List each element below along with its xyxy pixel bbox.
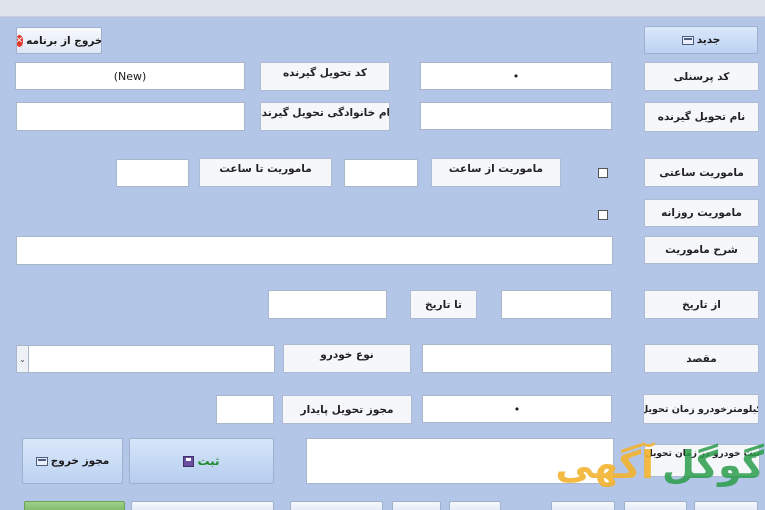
new-button-label: جدید [696, 34, 721, 46]
receiver-code-field[interactable]: (New) [15, 62, 245, 90]
hourly-mission-checkbox[interactable] [598, 168, 608, 178]
chevron-down-icon[interactable]: ⌄ [17, 346, 29, 372]
destination-label: مقصد [644, 344, 759, 373]
km-at-delivery-field[interactable]: • [422, 395, 612, 423]
vehicle-type-select[interactable]: ⌄ [16, 345, 275, 373]
bottom-button-6[interactable] [551, 501, 615, 510]
daily-mission-checkbox[interactable] [598, 210, 608, 220]
receiver-name-field[interactable] [420, 102, 612, 130]
delivery-permit-base-field[interactable] [216, 395, 274, 424]
watermark-logo: گوگل آگهی [486, 442, 764, 488]
exit-permit-label: مجوز خروج [50, 455, 110, 467]
mission-to-hour-field[interactable] [116, 159, 189, 187]
receiver-code-label: کد تحویل گیرنده [260, 62, 390, 91]
mission-to-hour-label: ماموریت تا ساعت [199, 158, 332, 187]
vehicle-type-label: نوع خودرو [283, 344, 411, 373]
permit-icon [35, 456, 48, 466]
new-button[interactable]: جدید [644, 26, 758, 54]
exit-program-button[interactable]: خروج از برنامه ✕ [16, 27, 102, 54]
mission-from-hour-field[interactable] [344, 159, 418, 187]
km-at-delivery-label: کیلومترخودرو زمان تحویل [643, 394, 759, 424]
mission-description-field[interactable] [16, 236, 613, 265]
receiver-family-field[interactable] [16, 102, 245, 131]
bottom-button-1[interactable] [24, 501, 125, 510]
to-date-field[interactable] [268, 290, 387, 319]
save-icon [183, 455, 195, 467]
personnel-code-label: کد پرسنلی [644, 62, 759, 91]
daily-mission-label: ماموریت روزانه [644, 199, 759, 227]
mission-description-label: شرح ماموریت [644, 236, 759, 264]
bottom-button-5[interactable] [449, 501, 501, 510]
window-title-bar [0, 0, 765, 17]
watermark-part2: آگهی [555, 443, 655, 487]
new-record-icon [681, 35, 694, 45]
exit-program-label: خروج از برنامه [26, 34, 102, 47]
exit-permit-button[interactable]: مجوز خروج [22, 438, 123, 484]
watermark-part1: گوگل [662, 443, 764, 487]
bottom-button-3[interactable] [290, 501, 383, 510]
hourly-mission-label: ماموریت ساعتی [644, 158, 759, 187]
to-date-label: تا تاریخ [410, 290, 477, 319]
from-date-field[interactable] [501, 290, 612, 319]
bottom-button-8[interactable] [694, 501, 758, 510]
bottom-button-2[interactable] [131, 501, 274, 510]
bottom-button-7[interactable] [624, 501, 687, 510]
destination-field[interactable] [422, 344, 612, 373]
from-date-label: از تاریخ [644, 290, 759, 319]
receiver-name-label: نام تحویل گیرنده [644, 102, 759, 132]
receiver-family-label: نام خانوادگی تحویل گیرنده [260, 102, 390, 131]
mission-from-hour-label: ماموریت از ساعت [431, 158, 561, 187]
personnel-code-field[interactable]: • [420, 62, 612, 90]
submit-label: ثبت [197, 454, 220, 468]
submit-button[interactable]: ثبت [129, 438, 274, 484]
close-icon: ✕ [16, 34, 24, 47]
bottom-button-4[interactable] [392, 501, 441, 510]
delivery-permit-base-label: مجوز تحویل پایدار [282, 395, 412, 424]
